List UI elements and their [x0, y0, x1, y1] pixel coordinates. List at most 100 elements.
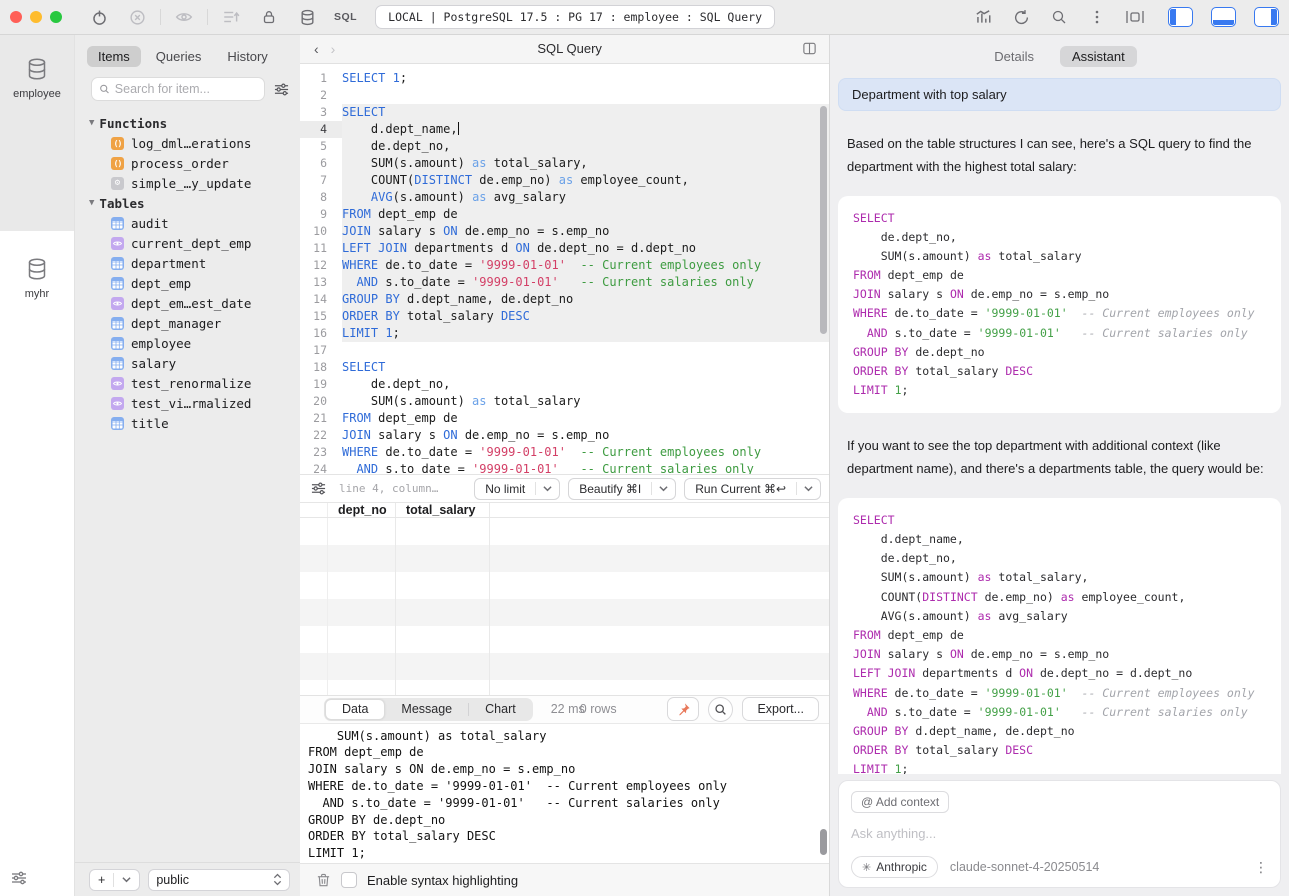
provider-select[interactable]: ✳Anthropic	[851, 856, 938, 878]
editor-line[interactable]: 13 AND s.to_date = '9999-01-01' -- Curre…	[300, 274, 829, 291]
tree-item-salary[interactable]: salary	[89, 353, 300, 373]
tree-section-tables[interactable]: ▼Tables	[89, 193, 300, 213]
tree-item-audit[interactable]: audit	[89, 213, 300, 233]
editor-line[interactable]: 5 de.dept_no,	[300, 138, 829, 155]
database-icon[interactable]	[292, 5, 322, 29]
tree-item-department[interactable]: department	[89, 253, 300, 273]
query-log-icon[interactable]	[216, 5, 246, 29]
tree-item-simple-y-update[interactable]: ⚙simple_…y_update	[89, 173, 300, 193]
zoom-window-button[interactable]	[50, 11, 62, 23]
editor-line[interactable]: 11LEFT JOIN departments d ON de.dept_no …	[300, 240, 829, 257]
export-button[interactable]: Export...	[742, 697, 819, 721]
more-options-icon[interactable]	[1082, 5, 1112, 29]
toggle-right-panel-button[interactable]	[1254, 7, 1279, 27]
editor-line[interactable]: 14GROUP BY d.dept_name, de.dept_no	[300, 291, 829, 308]
chart-icon[interactable]	[968, 5, 998, 29]
toggle-left-panel-button[interactable]	[1168, 7, 1193, 27]
tab-history[interactable]: History	[216, 46, 278, 67]
composer-more-icon[interactable]: ⋮	[1254, 859, 1268, 876]
editor-line[interactable]: 15ORDER BY total_salary DESC	[300, 308, 829, 325]
limit-button[interactable]: No limit	[474, 478, 560, 500]
add-context-button[interactable]: @ Add context	[851, 791, 949, 813]
editor-line[interactable]: 9FROM dept_emp de	[300, 206, 829, 223]
editor-line[interactable]: 18SELECT	[300, 359, 829, 376]
minimize-window-button[interactable]	[30, 11, 42, 23]
editor-line[interactable]: 1SELECT 1;	[300, 70, 829, 87]
tab-data[interactable]: Data	[325, 699, 385, 720]
editor-line[interactable]: 21FROM dept_emp de	[300, 410, 829, 427]
tree-item-test-renormalize[interactable]: test_renormalize	[89, 373, 300, 393]
table-row[interactable]	[300, 599, 829, 626]
editor-line[interactable]: 22JOIN salary s ON de.emp_no = s.emp_no	[300, 427, 829, 444]
search-results-icon[interactable]	[708, 697, 733, 722]
sql-editor[interactable]: 1SELECT 1;23SELECT4 d.dept_name,5 de.dep…	[300, 64, 829, 475]
assistant-composer[interactable]: @ Add context Ask anything... ✳Anthropic…	[838, 780, 1281, 888]
table-row[interactable]	[300, 626, 829, 653]
ask-input[interactable]: Ask anything...	[851, 826, 1268, 841]
lock-icon[interactable]	[254, 5, 284, 29]
nav-forward-icon[interactable]: ›	[325, 41, 342, 57]
tree-item-dept-em-est-date[interactable]: dept_em…est_date	[89, 293, 300, 313]
search-icon[interactable]	[1044, 5, 1074, 29]
editor-line[interactable]: 17	[300, 342, 829, 359]
preview-eye-icon[interactable]	[169, 5, 199, 29]
schema-select[interactable]: public	[148, 869, 290, 891]
editor-line[interactable]: 2	[300, 87, 829, 104]
tab-details[interactable]: Details	[982, 46, 1046, 67]
table-row[interactable]	[300, 680, 829, 694]
table-row[interactable]	[300, 572, 829, 599]
connection-myhr[interactable]: myhr	[0, 231, 74, 300]
trash-icon[interactable]	[316, 872, 331, 888]
tab-queries[interactable]: Queries	[145, 46, 213, 67]
tab-chart[interactable]: Chart	[469, 699, 532, 720]
editor-line[interactable]: 20 SUM(s.amount) as total_salary	[300, 393, 829, 410]
tree-item-test-vi-rmalized[interactable]: test_vi…rmalized	[89, 393, 300, 413]
editor-line[interactable]: 16LIMIT 1;	[300, 325, 829, 342]
tab-items[interactable]: Items	[87, 46, 141, 67]
sidebar-filter-icon[interactable]	[273, 82, 290, 97]
disconnect-icon[interactable]	[122, 5, 152, 29]
editor-line[interactable]: 7 COUNT(DISTINCT de.emp_no) as employee_…	[300, 172, 829, 189]
query-settings-icon[interactable]	[310, 481, 327, 496]
tree-item-dept-manager[interactable]: dept_manager	[89, 313, 300, 333]
sidebar-search-field[interactable]	[91, 77, 265, 101]
table-row[interactable]	[300, 545, 829, 572]
table-row[interactable]	[300, 653, 829, 680]
beautify-button[interactable]: Beautify ⌘I	[568, 478, 676, 500]
tree-item-log-dml-erations[interactable]: ()log_dml…erations	[89, 133, 300, 153]
column-header-dept-no[interactable]: dept_no	[328, 503, 396, 517]
column-header-total-salary[interactable]: total_salary	[396, 503, 490, 517]
editor-scrollbar[interactable]	[820, 106, 827, 334]
tree-item-title[interactable]: title	[89, 413, 300, 433]
message-panel[interactable]: SUM(s.amount) as total_salary FROM dept_…	[300, 724, 829, 864]
center-layout-icon[interactable]	[1120, 5, 1150, 29]
tree-item-dept-emp[interactable]: dept_emp	[89, 273, 300, 293]
connection-employee[interactable]: employee	[0, 35, 74, 100]
table-row[interactable]	[300, 518, 829, 545]
message-scrollbar[interactable]	[820, 829, 827, 855]
editor-line[interactable]: 24 AND s.to_date = '9999-01-01' -- Curre…	[300, 461, 829, 475]
editor-line[interactable]: 6 SUM(s.amount) as total_salary,	[300, 155, 829, 172]
tree-item-employee[interactable]: employee	[89, 333, 300, 353]
nav-back-icon[interactable]: ‹	[308, 41, 325, 57]
close-window-button[interactable]	[10, 11, 22, 23]
tab-message[interactable]: Message	[385, 699, 468, 720]
editor-line[interactable]: 10JOIN salary s ON de.emp_no = s.emp_no	[300, 223, 829, 240]
editor-line[interactable]: 8 AVG(s.amount) as avg_salary	[300, 189, 829, 206]
tab-assistant[interactable]: Assistant	[1060, 46, 1137, 67]
editor-line[interactable]: 3SELECT	[300, 104, 829, 121]
workspace-filter-icon[interactable]	[10, 870, 28, 886]
search-input[interactable]	[115, 82, 257, 96]
toggle-bottom-panel-button[interactable]	[1211, 7, 1236, 27]
add-item-button[interactable]: +	[89, 869, 140, 891]
editor-line[interactable]: 19 de.dept_no,	[300, 376, 829, 393]
refresh-icon[interactable]	[1006, 5, 1036, 29]
connection-icon[interactable]	[84, 5, 114, 29]
editor-line[interactable]: 4 d.dept_name,	[300, 121, 829, 138]
tree-item-current-dept-emp[interactable]: current_dept_emp	[89, 233, 300, 253]
tree-section-functions[interactable]: ▼Functions	[89, 113, 300, 133]
conversation-title-banner[interactable]: Department with top salary	[838, 78, 1281, 111]
split-editor-icon[interactable]	[798, 41, 821, 56]
pin-result-button[interactable]	[667, 697, 699, 721]
tree-item-process-order[interactable]: ()process_order	[89, 153, 300, 173]
